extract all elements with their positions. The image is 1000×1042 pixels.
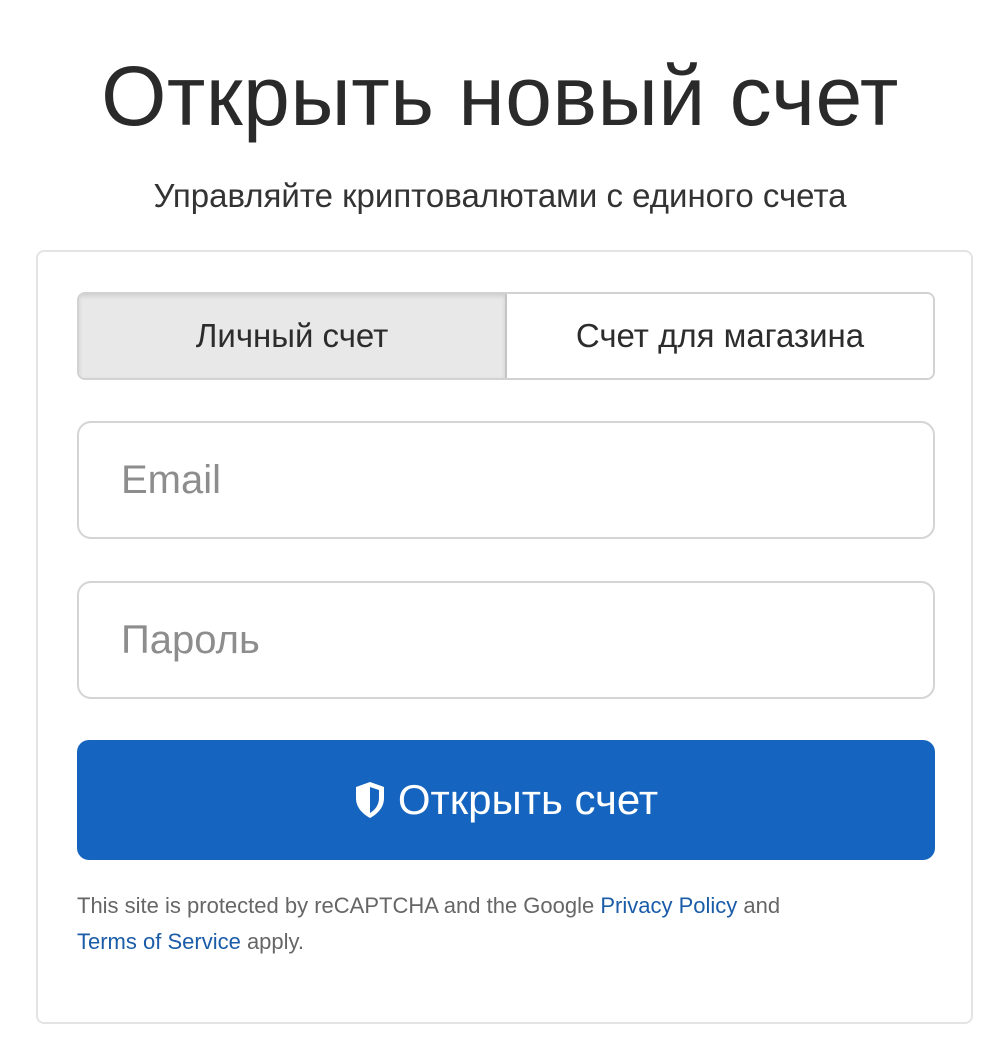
page-subtitle: Управляйте криптовалютами с единого счет… [153,177,847,214]
account-type-tabs: Личный счет Счет для магазина [77,292,935,380]
open-account-button-label: Открыть счет [397,776,659,823]
terms-of-service-link[interactable]: Terms of Service [77,929,241,954]
tab-shop-account[interactable]: Счет для магазина [507,294,933,378]
signup-page: Открыть новый счет Управляйте криптовалю… [0,0,1000,1042]
recaptcha-text-2: and [737,893,781,918]
page-title: Открыть новый счет [101,49,899,143]
password-field[interactable] [77,581,935,699]
tab-personal-account[interactable]: Личный счет [79,294,507,378]
shield-icon [354,781,386,819]
privacy-policy-link[interactable]: Privacy Policy [600,893,737,918]
email-field[interactable] [77,421,935,539]
recaptcha-notice: This site is protected by reCAPTCHA and … [77,888,935,960]
recaptcha-text-1: This site is protected by reCAPTCHA and … [77,893,601,918]
open-account-button[interactable]: Открыть счет [77,740,935,860]
signup-card: Личный счет Счет для магазина Открыть сч… [36,250,973,1024]
recaptcha-text-3: apply. [240,929,305,954]
